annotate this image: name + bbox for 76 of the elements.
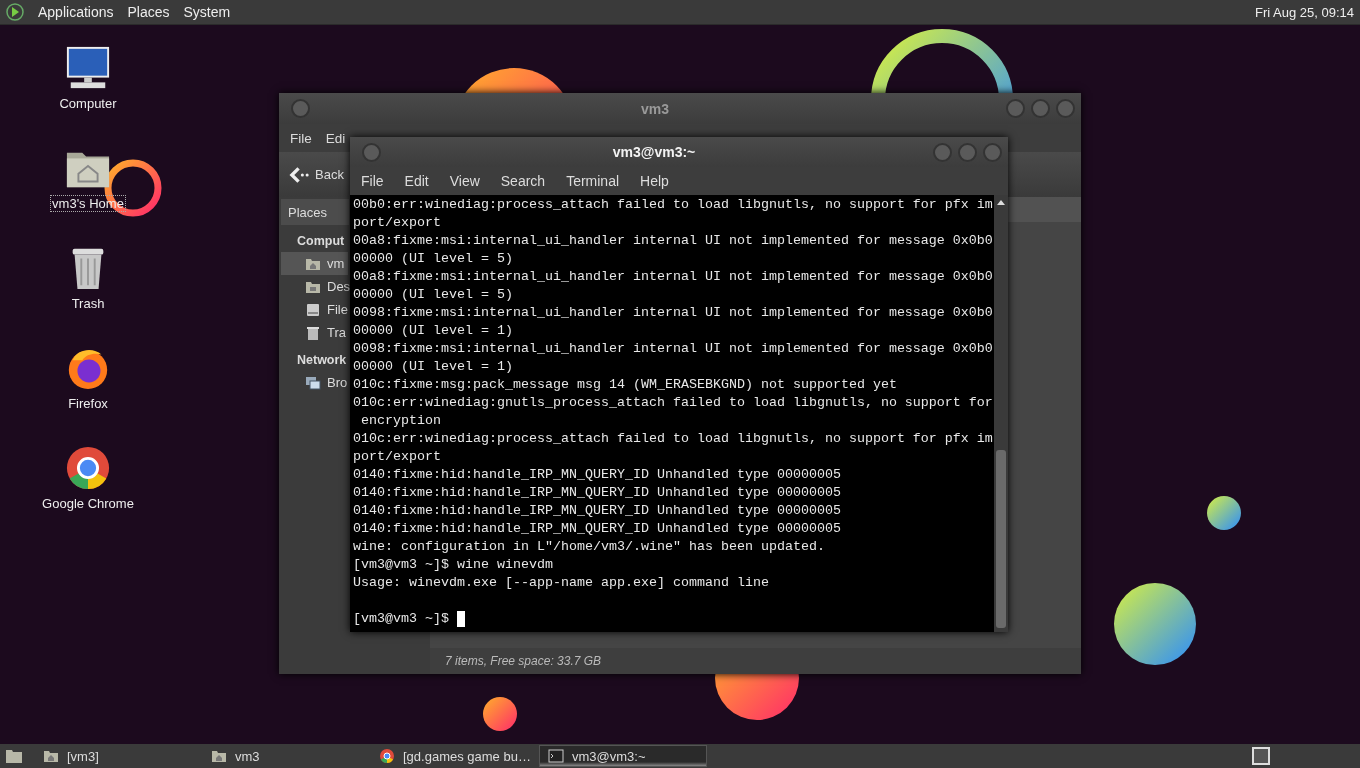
- back-arrow-icon: [289, 165, 310, 184]
- panel-menu[interactable]: System: [176, 4, 238, 20]
- terminal-line: [vm3@vm3 ~]$ wine winevdm: [353, 556, 554, 574]
- window-button[interactable]: [291, 99, 310, 118]
- folder-icon: [211, 748, 227, 764]
- menu-item[interactable]: Search: [489, 173, 556, 189]
- menu-item[interactable]: View: [438, 173, 490, 189]
- terminal-line: 00b0:err:winediag:process_attach failed to load libgnutls, no support for pfx im: [353, 196, 994, 214]
- scrollbar[interactable]: [994, 195, 1008, 632]
- window-button[interactable]: [1006, 99, 1025, 118]
- terminal-line: 0098:fixme:msi:internal_ui_handler internal UI not implemented for message 0x0b0: [353, 340, 994, 358]
- terminal-line: port/export: [353, 448, 442, 466]
- window-button[interactable]: [1056, 99, 1075, 118]
- terminal-line: port/export: [353, 214, 442, 232]
- workspace-switcher[interactable]: [1252, 747, 1270, 765]
- clock[interactable]: Fri Aug 25, 09:14: [1255, 4, 1354, 20]
- menu-item[interactable]: Terminal: [555, 173, 630, 189]
- desktop-icon-label[interactable]: Trash: [69, 295, 107, 312]
- window-button[interactable]: [1031, 99, 1050, 118]
- status-text: 7 items, Free space: 33.7 GB: [445, 654, 602, 668]
- back-button[interactable]: Back: [289, 165, 344, 184]
- terminal-line: 0140:fixme:hid:handle_IRP_MN_QUERY_ID Unhandled type 00000005: [353, 520, 842, 538]
- menu-logo-icon[interactable]: [5, 2, 25, 22]
- sidebar-item[interactable]: Des: [279, 275, 348, 298]
- terminal-line: 0098:fixme:msi:internal_ui_handler internal UI not implemented for message 0x0b0: [353, 304, 994, 322]
- terminal-line: 010c:err:winediag:process_attach failed to load libgnutls, no support for pfx im: [353, 430, 994, 448]
- text-cursor: [457, 611, 465, 627]
- sidebar-section-label: Comput: [297, 232, 345, 250]
- window-title: vm3: [640, 100, 670, 117]
- terminal-line: 0140:fixme:hid:handle_IRP_MN_QUERY_ID Unhandled type 00000005: [353, 502, 842, 520]
- sidebar-header[interactable]: Places: [281, 199, 349, 225]
- menu-item[interactable]: File: [350, 173, 394, 189]
- trash-icon: [305, 324, 321, 341]
- panel-menu[interactable]: Places: [120, 4, 177, 20]
- sidebar-item[interactable]: File: [279, 298, 348, 321]
- window-button[interactable]: [983, 142, 1002, 162]
- sidebar-section-label: Network: [297, 351, 347, 369]
- terminal-line: Usage: winevdm.exe [--app-name app.exe] command line: [353, 574, 770, 592]
- terminal-line: 00000 (UI level = 5): [353, 286, 514, 304]
- terminal-line: wine: configuration in L"/home/vm3/.wine" has been updated.: [353, 538, 826, 556]
- taskbar-button[interactable]: [gd.games game bu…: [371, 745, 539, 767]
- show-desktop-icon[interactable]: [5, 747, 23, 765]
- sidebar-item[interactable]: Tra: [279, 321, 348, 344]
- terminal-line: 00000 (UI level = 5): [353, 250, 514, 268]
- terminal-prompt: [vm3@vm3 ~]$: [353, 610, 449, 628]
- window-button[interactable]: [958, 142, 977, 162]
- terminal-line: 00a8:fixme:msi:internal_ui_handler internal UI not implemented for message 0x0b0: [353, 232, 994, 250]
- terminal-icon: [548, 748, 564, 764]
- window-title: vm3@vm3:~: [611, 144, 697, 160]
- terminal-line: 0140:fixme:hid:handle_IRP_MN_QUERY_ID Unhandled type 00000005: [353, 466, 842, 484]
- terminal-line: 0140:fixme:hid:handle_IRP_MN_QUERY_ID Unhandled type 00000005: [353, 484, 842, 502]
- terminal-line: 010c:fixme:msg:pack_message msg 14 (WM_ERASEBKGND) not supported yet: [353, 376, 898, 394]
- sidebar-item[interactable]: vm: [281, 252, 348, 275]
- window-button[interactable]: [933, 142, 952, 162]
- browser-icon: [379, 748, 395, 764]
- taskbar-button[interactable]: vm3@vm3:~: [539, 745, 707, 767]
- desktop-icon-label[interactable]: Google Chrome: [40, 495, 136, 512]
- window-button[interactable]: [362, 142, 381, 162]
- terminal-line: encryption: [360, 412, 442, 430]
- taskbar-button[interactable]: vm3: [203, 745, 371, 767]
- menu-item[interactable]: Edit: [393, 173, 439, 189]
- network-icon: [305, 374, 321, 391]
- drive-icon: [305, 301, 321, 318]
- taskbar-button[interactable]: [vm3]: [35, 745, 203, 767]
- menu-item[interactable]: File: [290, 130, 312, 146]
- menu-item[interactable]: Edi: [325, 130, 346, 146]
- desktop-icon-label[interactable]: Computer: [57, 95, 119, 112]
- terminal-line: 00a8:fixme:msi:internal_ui_handler internal UI not implemented for message 0x0b0: [353, 268, 994, 286]
- folder-icon: [43, 748, 59, 764]
- terminal-line: 00000 (UI level = 1): [353, 358, 514, 376]
- sidebar-item[interactable]: Bro: [279, 371, 348, 394]
- panel-menu[interactable]: Applications: [31, 4, 121, 20]
- terminal-line: 00000 (UI level = 1): [353, 322, 514, 340]
- terminal-line: 010c:err:winediag:gnutls_process_attach failed to load libgnutls, no support for: [353, 394, 994, 412]
- desktop-icon-label[interactable]: Firefox: [66, 395, 110, 412]
- menu-item[interactable]: Help: [629, 173, 679, 189]
